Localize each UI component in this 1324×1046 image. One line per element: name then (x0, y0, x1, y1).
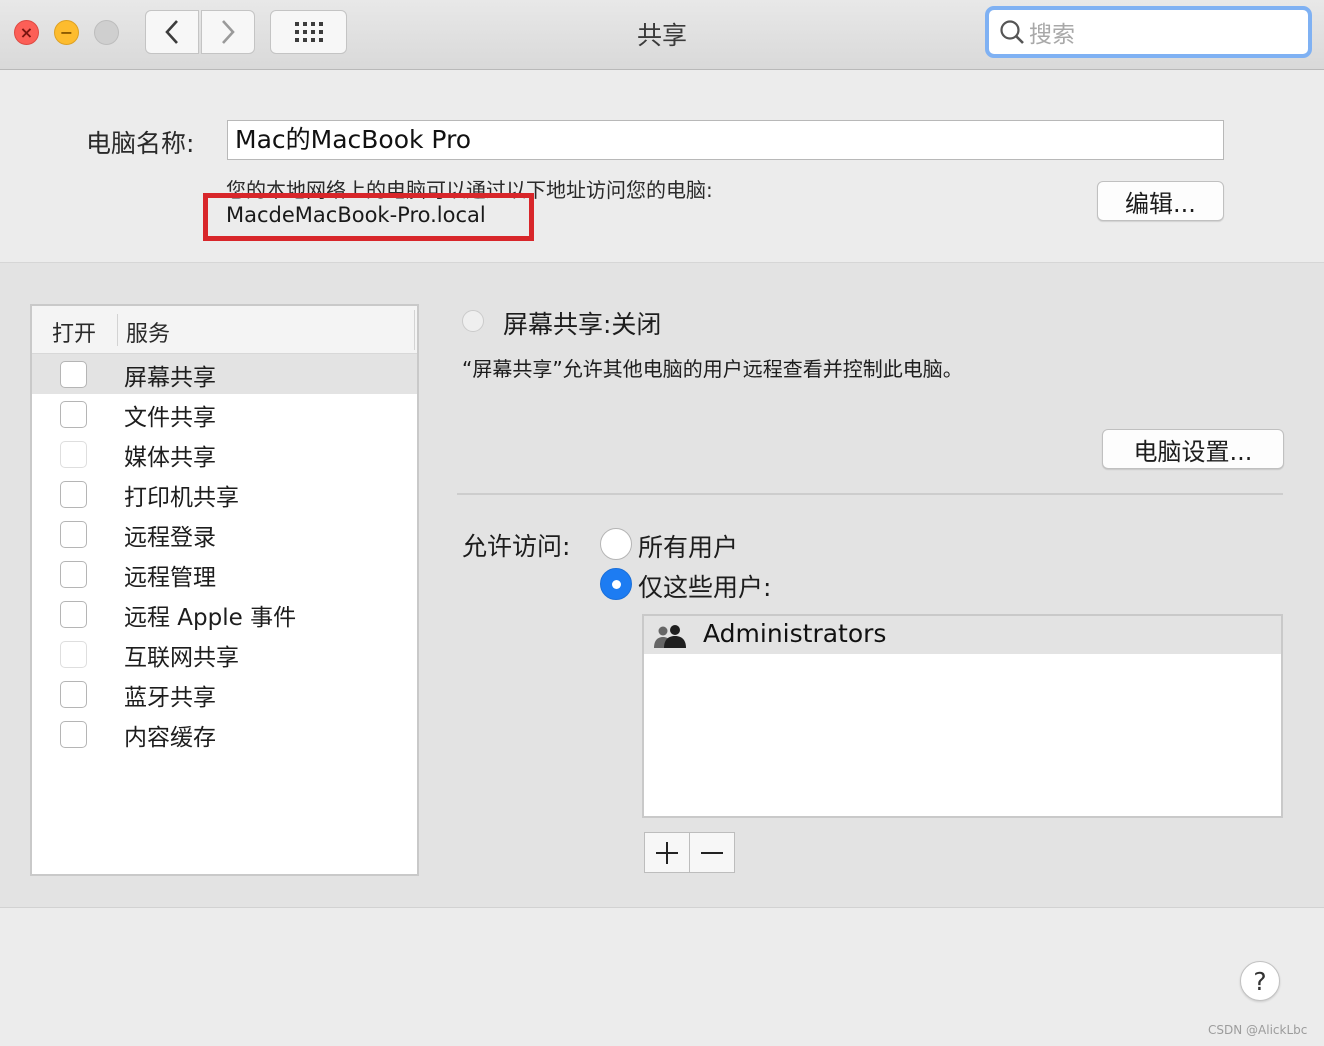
service-checkbox[interactable] (60, 401, 87, 428)
highlight-annotation-box (203, 193, 534, 241)
computer-name-section (0, 70, 1324, 263)
service-label: 蓝牙共享 (124, 685, 216, 711)
service-row-bluetooth-sharing[interactable]: 蓝牙共享 (32, 674, 417, 714)
service-checkbox[interactable] (60, 561, 87, 588)
service-description: “屏幕共享”允许其他电脑的用户远程查看并控制此电脑。 (462, 357, 963, 381)
title-bar: × − 共享 搜索 (0, 0, 1324, 70)
service-label: 打印机共享 (124, 485, 239, 511)
service-row-remote-login[interactable]: 远程登录 (32, 514, 417, 554)
watermark: CSDN @AlickLbc (1208, 1023, 1308, 1037)
service-checkbox[interactable] (60, 361, 87, 388)
service-row-remote-apple-events[interactable]: 远程 Apple 事件 (32, 594, 417, 634)
service-checkbox[interactable] (60, 481, 87, 508)
search-field[interactable]: 搜索 (985, 6, 1312, 58)
status-indicator (462, 310, 484, 332)
service-label: 互联网共享 (124, 645, 239, 671)
computer-name-label: 电脑名称: (86, 129, 195, 158)
section-divider (457, 493, 1283, 495)
service-checkbox[interactable] (60, 681, 87, 708)
all-users-label[interactable]: 所有用户 (638, 528, 738, 564)
add-user-button[interactable] (644, 832, 690, 873)
service-row-screen-sharing[interactable]: 屏幕共享 (32, 354, 417, 394)
plus-icon (656, 841, 678, 864)
service-row-content-caching[interactable]: 内容缓存 (32, 714, 417, 754)
service-label: 媒体共享 (124, 445, 216, 471)
service-row-remote-management[interactable]: 远程管理 (32, 554, 417, 594)
all-users-radio[interactable] (600, 528, 632, 560)
services-table: 打开 服务 屏幕共享 文件共享 媒体共享 打印机共享 远程登录 远程管理 远程 … (30, 304, 419, 876)
service-row-internet-sharing[interactable]: 互联网共享 (32, 634, 417, 674)
service-label: 屏幕共享 (124, 365, 216, 391)
service-checkbox[interactable] (60, 721, 87, 748)
service-label: 内容缓存 (124, 725, 216, 751)
service-row-file-sharing[interactable]: 文件共享 (32, 394, 417, 434)
computer-settings-button[interactable]: 电脑设置... (1102, 429, 1284, 469)
minus-icon (701, 851, 723, 854)
service-label: 远程登录 (124, 525, 216, 551)
service-checkbox[interactable] (60, 441, 87, 468)
service-checkbox[interactable] (60, 641, 87, 668)
user-name: Administrators (703, 619, 887, 648)
user-row-administrators[interactable]: Administrators (644, 616, 1281, 654)
column-divider (117, 314, 118, 346)
column-header-open[interactable]: 打开 (52, 316, 96, 348)
service-label: 文件共享 (124, 405, 216, 431)
search-placeholder: 搜索 (1029, 22, 1075, 48)
service-checkbox[interactable] (60, 521, 87, 548)
access-label: 允许访问: (462, 532, 571, 561)
service-status: 屏幕共享:关闭 (503, 310, 662, 339)
only-these-users-label[interactable]: 仅这些用户: (638, 568, 771, 604)
edit-button[interactable]: 编辑... (1097, 181, 1224, 221)
service-checkbox[interactable] (60, 601, 87, 628)
computer-name-field[interactable]: Mac的MacBook Pro (227, 120, 1224, 160)
remove-user-button[interactable] (689, 832, 735, 873)
search-icon (1000, 20, 1024, 44)
only-these-users-radio[interactable] (600, 568, 632, 600)
column-header-service[interactable]: 服务 (126, 316, 170, 348)
service-row-printer-sharing[interactable]: 打印机共享 (32, 474, 417, 514)
group-icon (654, 625, 686, 648)
service-label: 远程管理 (124, 565, 216, 591)
services-table-header: 打开 服务 (32, 306, 417, 354)
service-row-media-sharing[interactable]: 媒体共享 (32, 434, 417, 474)
help-button[interactable]: ? (1240, 961, 1280, 1001)
radio-selected-dot (612, 580, 621, 589)
service-label: 远程 Apple 事件 (124, 605, 297, 631)
users-list: Administrators (642, 614, 1283, 818)
column-divider (414, 310, 415, 350)
